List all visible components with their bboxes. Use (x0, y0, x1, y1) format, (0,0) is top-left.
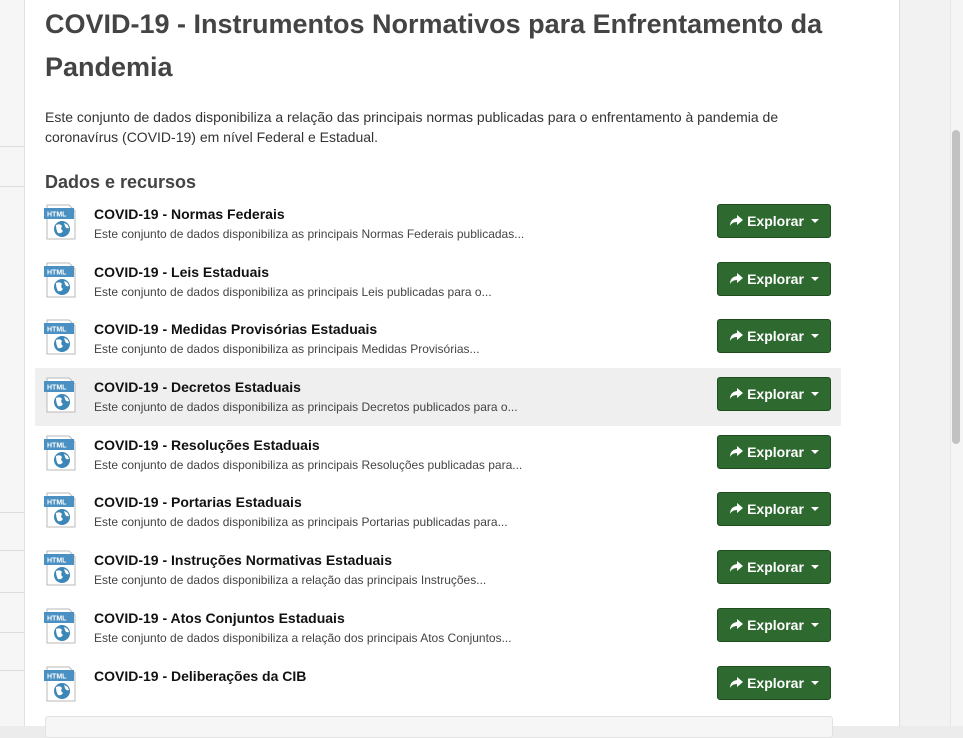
svg-text:HTML: HTML (47, 327, 67, 334)
html-file-globe-icon: HTML (44, 608, 78, 644)
svg-text:HTML: HTML (47, 212, 67, 219)
explore-dropdown-button[interactable]: Explorar (717, 319, 831, 354)
svg-text:HTML: HTML (47, 500, 67, 507)
share-arrow-icon (729, 330, 744, 342)
sidebar-divider (0, 632, 24, 633)
resource-item: HTML COVID-19 - Decretos Estaduais Este … (35, 368, 841, 426)
share-arrow-icon (729, 503, 744, 515)
explore-label: Explorar (747, 270, 804, 287)
explore-label: Explorar (747, 443, 804, 460)
explore-dropdown-button[interactable]: Explorar (717, 492, 831, 527)
sidebar-divider (0, 146, 24, 147)
explore-dropdown-button[interactable]: Explorar (717, 550, 831, 585)
explore-dropdown-button[interactable]: Explorar (717, 665, 831, 700)
caret-down-icon (810, 392, 819, 397)
resource-description: Este conjunto de dados disponibiliza as … (94, 457, 523, 472)
resources-heading: Dados e recursos (45, 172, 197, 192)
caret-down-icon (810, 449, 819, 454)
resource-title-link[interactable]: COVID-19 - Instruções Normativas Estadua… (94, 552, 392, 568)
resource-description: Este conjunto de dados disponibiliza as … (94, 400, 518, 415)
html-file-globe-icon: HTML (44, 204, 78, 240)
page-title: COVID-19 - Instrumentos Normativos para … (45, 9, 823, 82)
resource-list: HTML COVID-19 - Normas Federais Este con… (35, 195, 841, 714)
caret-down-icon (810, 334, 819, 339)
resource-description: Este conjunto de dados disponibiliza a r… (94, 573, 487, 588)
sidebar-divider (0, 512, 24, 513)
sidebar-divider (0, 550, 24, 551)
svg-text:HTML: HTML (47, 615, 67, 622)
resource-item: HTML COVID-19 - Resoluções Estaduais Est… (35, 426, 841, 484)
caret-down-icon (810, 680, 819, 685)
share-arrow-icon (729, 215, 744, 227)
svg-text:HTML: HTML (47, 673, 67, 680)
additional-info-box (45, 716, 833, 738)
resource-item: HTML COVID-19 - Leis Estaduais Este conj… (35, 253, 841, 311)
caret-down-icon (810, 622, 819, 627)
html-file-globe-icon: HTML (44, 435, 78, 471)
resource-title-link[interactable]: COVID-19 - Leis Estaduais (94, 264, 269, 280)
resource-item: HTML COVID-19 - Normas Federais Este con… (35, 195, 841, 253)
caret-down-icon (810, 219, 819, 223)
explore-label: Explorar (747, 328, 804, 345)
caret-down-icon (810, 276, 819, 281)
resource-title-link[interactable]: COVID-19 - Deliberações da CIB (94, 668, 306, 684)
resource-item: HTML COVID-19 - Deliberações da CIB Expl… (35, 657, 841, 715)
sidebar-divider (0, 186, 24, 187)
share-arrow-icon (729, 676, 744, 689)
resource-title-link[interactable]: COVID-19 - Normas Federais (94, 206, 285, 222)
svg-text:HTML: HTML (47, 385, 67, 392)
sidebar-divider (0, 592, 24, 593)
resource-description: Este conjunto de dados disponibiliza as … (94, 515, 508, 530)
explore-dropdown-button[interactable]: Explorar (717, 261, 831, 296)
resource-item: HTML COVID-19 - Medidas Provisórias Esta… (35, 310, 841, 368)
resource-description: Este conjunto de dados disponibiliza as … (94, 342, 480, 357)
scrollbar-thumb[interactable] (952, 130, 960, 444)
resource-item: HTML COVID-19 - Atos Conjuntos Estaduais… (35, 599, 841, 657)
share-arrow-icon (729, 388, 744, 400)
sidebar-divider (0, 670, 24, 671)
explore-label: Explorar (747, 559, 804, 576)
dataset-description: Este conjunto de dados disponibiliza a r… (45, 109, 779, 145)
html-file-globe-icon: HTML (44, 319, 78, 355)
explore-label: Explorar (747, 213, 804, 229)
explore-dropdown-button[interactable]: Explorar (717, 377, 831, 412)
html-file-globe-icon: HTML (44, 550, 78, 586)
explore-label: Explorar (747, 386, 804, 403)
share-arrow-icon (729, 618, 744, 631)
html-file-globe-icon: HTML (44, 377, 78, 413)
resource-title-link[interactable]: COVID-19 - Atos Conjuntos Estaduais (94, 610, 345, 626)
explore-label: Explorar (747, 674, 804, 691)
resource-title-link[interactable]: COVID-19 - Medidas Provisórias Estaduais (94, 321, 377, 337)
resource-item: HTML COVID-19 - Instruções Normativas Es… (35, 541, 841, 599)
share-arrow-icon (729, 272, 744, 285)
resource-title-link[interactable]: COVID-19 - Resoluções Estaduais (94, 437, 320, 453)
caret-down-icon (810, 565, 819, 570)
html-file-globe-icon: HTML (44, 262, 78, 298)
resource-description: Este conjunto de dados disponibiliza as … (94, 284, 492, 299)
resource-title-link[interactable]: COVID-19 - Portarias Estaduais (94, 494, 302, 510)
right-gutter (900, 0, 950, 726)
svg-text:HTML: HTML (47, 442, 67, 449)
share-arrow-icon (729, 561, 744, 573)
resource-item: HTML COVID-19 - Portarias Estaduais Este… (35, 483, 841, 541)
share-arrow-icon (729, 445, 744, 458)
explore-label: Explorar (747, 501, 804, 518)
html-file-globe-icon: HTML (44, 666, 78, 702)
explore-dropdown-button[interactable]: Explorar (717, 434, 831, 469)
explore-dropdown-button[interactable]: Explorar (717, 607, 831, 642)
resource-description: Este conjunto de dados disponibiliza a r… (94, 630, 512, 645)
svg-text:HTML: HTML (47, 269, 67, 276)
resource-description: Este conjunto de dados disponibiliza as … (94, 227, 525, 241)
svg-text:HTML: HTML (47, 558, 67, 565)
caret-down-icon (810, 507, 819, 512)
html-file-globe-icon: HTML (44, 492, 78, 528)
explore-label: Explorar (747, 616, 804, 633)
resource-title-link[interactable]: COVID-19 - Decretos Estaduais (94, 379, 301, 395)
left-sidebar (0, 0, 24, 726)
explore-dropdown-button[interactable]: Explorar (717, 204, 831, 238)
